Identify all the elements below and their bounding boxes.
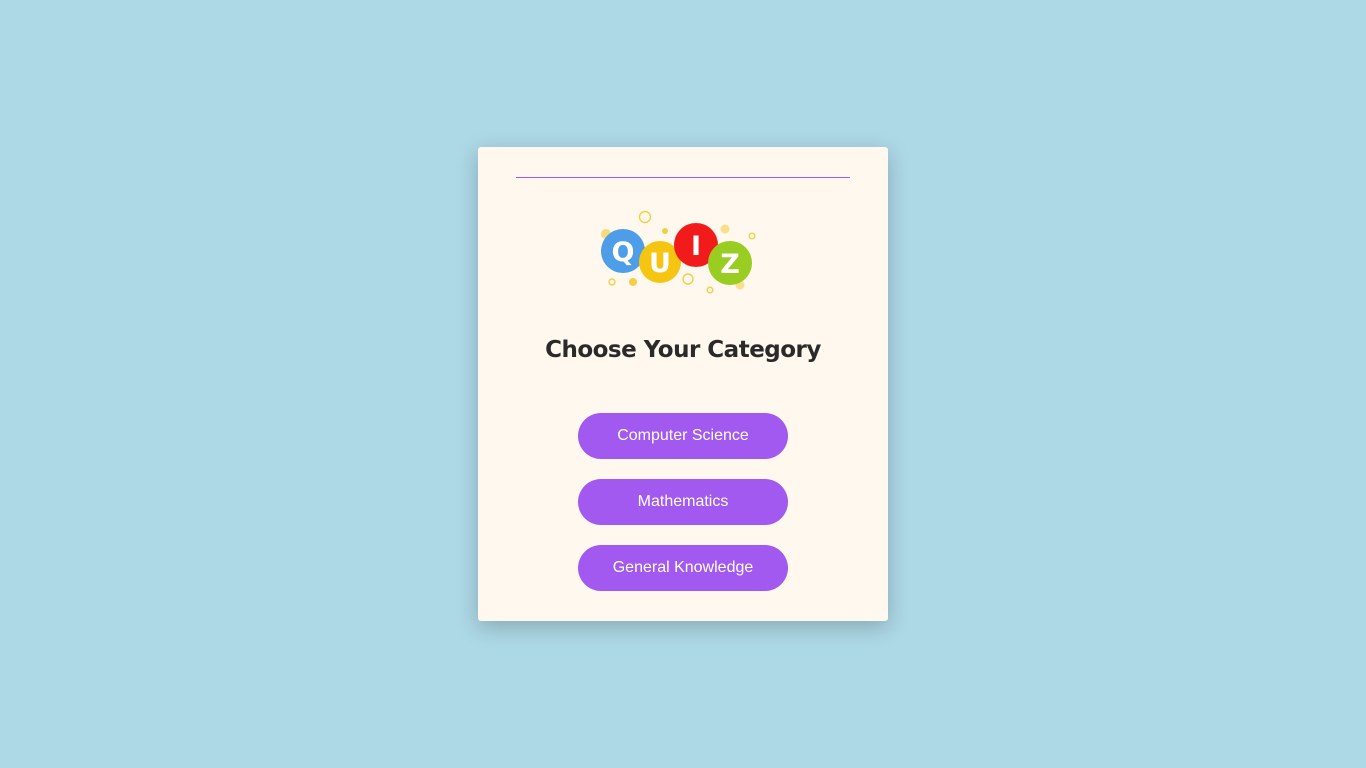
logo-letter-u: U — [649, 248, 671, 279]
category-button-general-knowledge[interactable]: General Knowledge — [578, 545, 788, 591]
category-button-computer-science[interactable]: Computer Science — [578, 413, 788, 459]
logo-letter-q: Q — [612, 237, 635, 268]
logo-letter-z: Z — [720, 249, 740, 280]
category-card: Q U I Z Choose Your Category Computer Sc… — [478, 147, 888, 621]
top-divider — [516, 177, 850, 178]
page-title: Choose Your Category — [545, 337, 821, 363]
quiz-logo-graphic: Q U I Z — [601, 210, 756, 294]
logo-letter-i: I — [691, 231, 701, 262]
category-button-mathematics[interactable]: Mathematics — [578, 479, 788, 525]
quiz-logo: Q U I Z — [596, 205, 762, 297]
